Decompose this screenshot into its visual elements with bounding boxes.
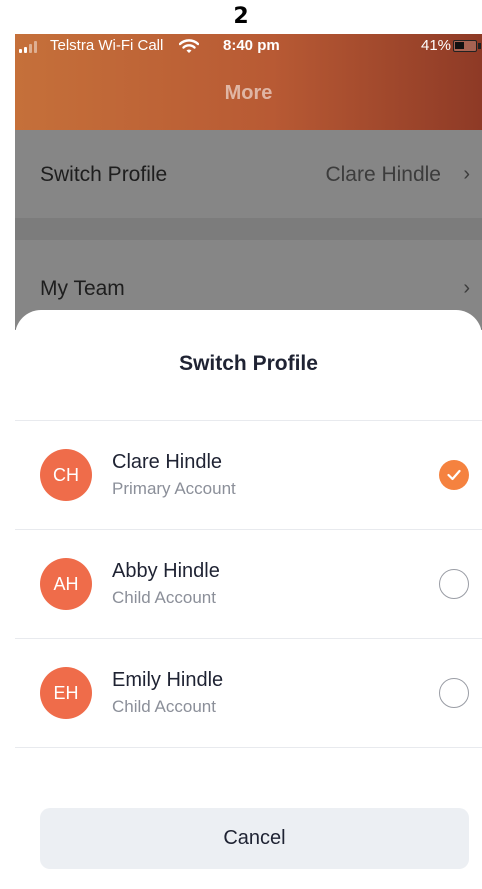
sheet-title: Switch Profile bbox=[179, 352, 318, 375]
battery-cap bbox=[478, 43, 481, 49]
more-menu-list: Switch Profile Clare Hindle › My Team › bbox=[15, 130, 482, 330]
switch-profile-sheet: Switch Profile CH Clare Hindle Primary A… bbox=[15, 310, 482, 889]
profile-name: Clare Hindle bbox=[112, 451, 223, 473]
avatar: EH bbox=[40, 667, 92, 719]
status-time: 8:40 pm bbox=[223, 37, 280, 54]
signal-icon bbox=[19, 41, 45, 53]
carrier-label: Telstra Wi-Fi Call bbox=[50, 37, 164, 54]
list-item-switch-profile[interactable]: Switch Profile Clare Hindle › bbox=[15, 130, 482, 218]
status-bar: Telstra Wi-Fi Call 8:40 pm 41% bbox=[15, 34, 482, 58]
phone-screen: Telstra Wi-Fi Call 8:40 pm 41% More Swit… bbox=[15, 34, 482, 889]
profile-row-clare[interactable]: CH Clare Hindle Primary Account bbox=[15, 421, 482, 529]
battery-icon bbox=[453, 40, 477, 52]
profile-type: Child Account bbox=[112, 697, 216, 716]
profile-name: Emily Hindle bbox=[112, 669, 224, 691]
list-item-label: Switch Profile bbox=[40, 163, 168, 186]
header-title: More bbox=[224, 82, 273, 104]
cancel-button[interactable]: Cancel bbox=[40, 808, 469, 869]
profile-type: Child Account bbox=[112, 588, 216, 607]
wifi-icon bbox=[179, 39, 199, 53]
avatar: AH bbox=[40, 558, 92, 610]
list-item-label: My Team bbox=[40, 277, 125, 300]
page-number: 2 bbox=[233, 4, 249, 29]
selected-radio-button[interactable] bbox=[439, 460, 469, 490]
profile-row-abby[interactable]: AH Abby Hindle Child Account bbox=[15, 530, 482, 638]
chevron-right-icon: › bbox=[463, 277, 470, 299]
app-header: Telstra Wi-Fi Call 8:40 pm 41% More bbox=[15, 34, 482, 130]
checkmark-icon bbox=[447, 469, 461, 481]
profile-name: Abby Hindle bbox=[112, 560, 220, 582]
profile-type: Primary Account bbox=[112, 479, 236, 498]
radio-button[interactable] bbox=[439, 678, 469, 708]
radio-button[interactable] bbox=[439, 569, 469, 599]
profile-row-emily[interactable]: EH Emily Hindle Child Account bbox=[15, 639, 482, 747]
chevron-right-icon: › bbox=[463, 163, 470, 185]
divider bbox=[15, 747, 482, 748]
list-item-value: Clare Hindle bbox=[325, 163, 441, 186]
avatar: CH bbox=[40, 449, 92, 501]
list-separator bbox=[15, 218, 482, 240]
battery-percent: 41% bbox=[421, 37, 452, 54]
